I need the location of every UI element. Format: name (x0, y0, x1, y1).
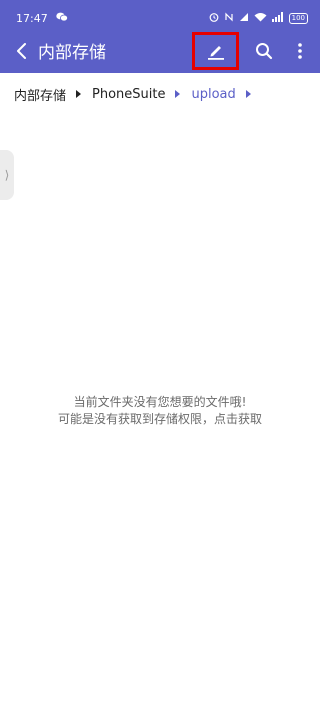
wifi-icon (254, 12, 267, 25)
app-bar: 内部存储 (0, 28, 320, 73)
empty-state-permission-hint[interactable]: 可能是没有获取到存储权限，点击获取 (0, 411, 320, 428)
edit-button[interactable] (192, 32, 239, 70)
side-drawer-handle[interactable]: ⟩ (0, 150, 14, 200)
status-time: 17:47 (16, 11, 48, 25)
breadcrumb-item-internal-storage[interactable]: 内部存储 (14, 85, 66, 104)
pencil-icon (207, 46, 224, 60)
more-options-button[interactable] (280, 28, 320, 73)
back-button[interactable] (6, 28, 38, 73)
breadcrumb-arrow-icon (76, 90, 82, 98)
breadcrumb-item-phonesuite[interactable]: PhoneSuite (92, 87, 165, 102)
breadcrumb-arrow-icon (175, 90, 181, 98)
search-button[interactable] (244, 28, 284, 73)
chevron-right-icon: ⟩ (4, 168, 10, 182)
empty-state[interactable]: 当前文件夹没有您想要的文件哦! 可能是没有获取到存储权限，点击获取 (0, 394, 320, 428)
chevron-left-icon (17, 42, 26, 59)
wechat-icon (56, 12, 68, 25)
breadcrumb-item-upload[interactable]: upload (191, 87, 235, 102)
nfc-icon (224, 12, 234, 25)
search-icon (256, 42, 273, 59)
top-bar: 17:47 100 内部存储 (0, 0, 320, 73)
empty-state-message: 当前文件夹没有您想要的文件哦! (73, 395, 247, 409)
breadcrumb: 内部存储 PhoneSuite upload (0, 73, 320, 115)
signal-bars-icon (271, 11, 284, 25)
more-vertical-icon (298, 42, 302, 59)
signal-icon (239, 12, 249, 25)
battery-icon: 100 (288, 12, 308, 24)
page-title: 内部存储 (38, 43, 106, 63)
breadcrumb-arrow-icon (245, 90, 251, 98)
alarm-icon (209, 12, 219, 25)
